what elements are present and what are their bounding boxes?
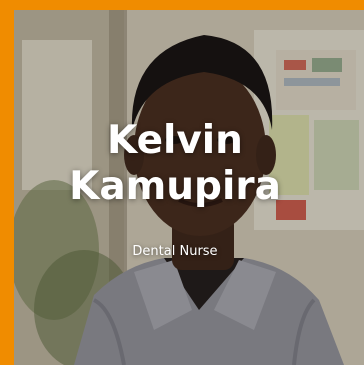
profile-card[interactable]: Kelvin Kamupira Dental Nurse (0, 0, 364, 365)
person-role: Dental Nurse (132, 244, 218, 259)
person-last-name: Kamupira (69, 164, 281, 209)
person-first-name: Kelvin (107, 118, 243, 163)
person-name: Kelvin Kamupira (0, 118, 350, 210)
